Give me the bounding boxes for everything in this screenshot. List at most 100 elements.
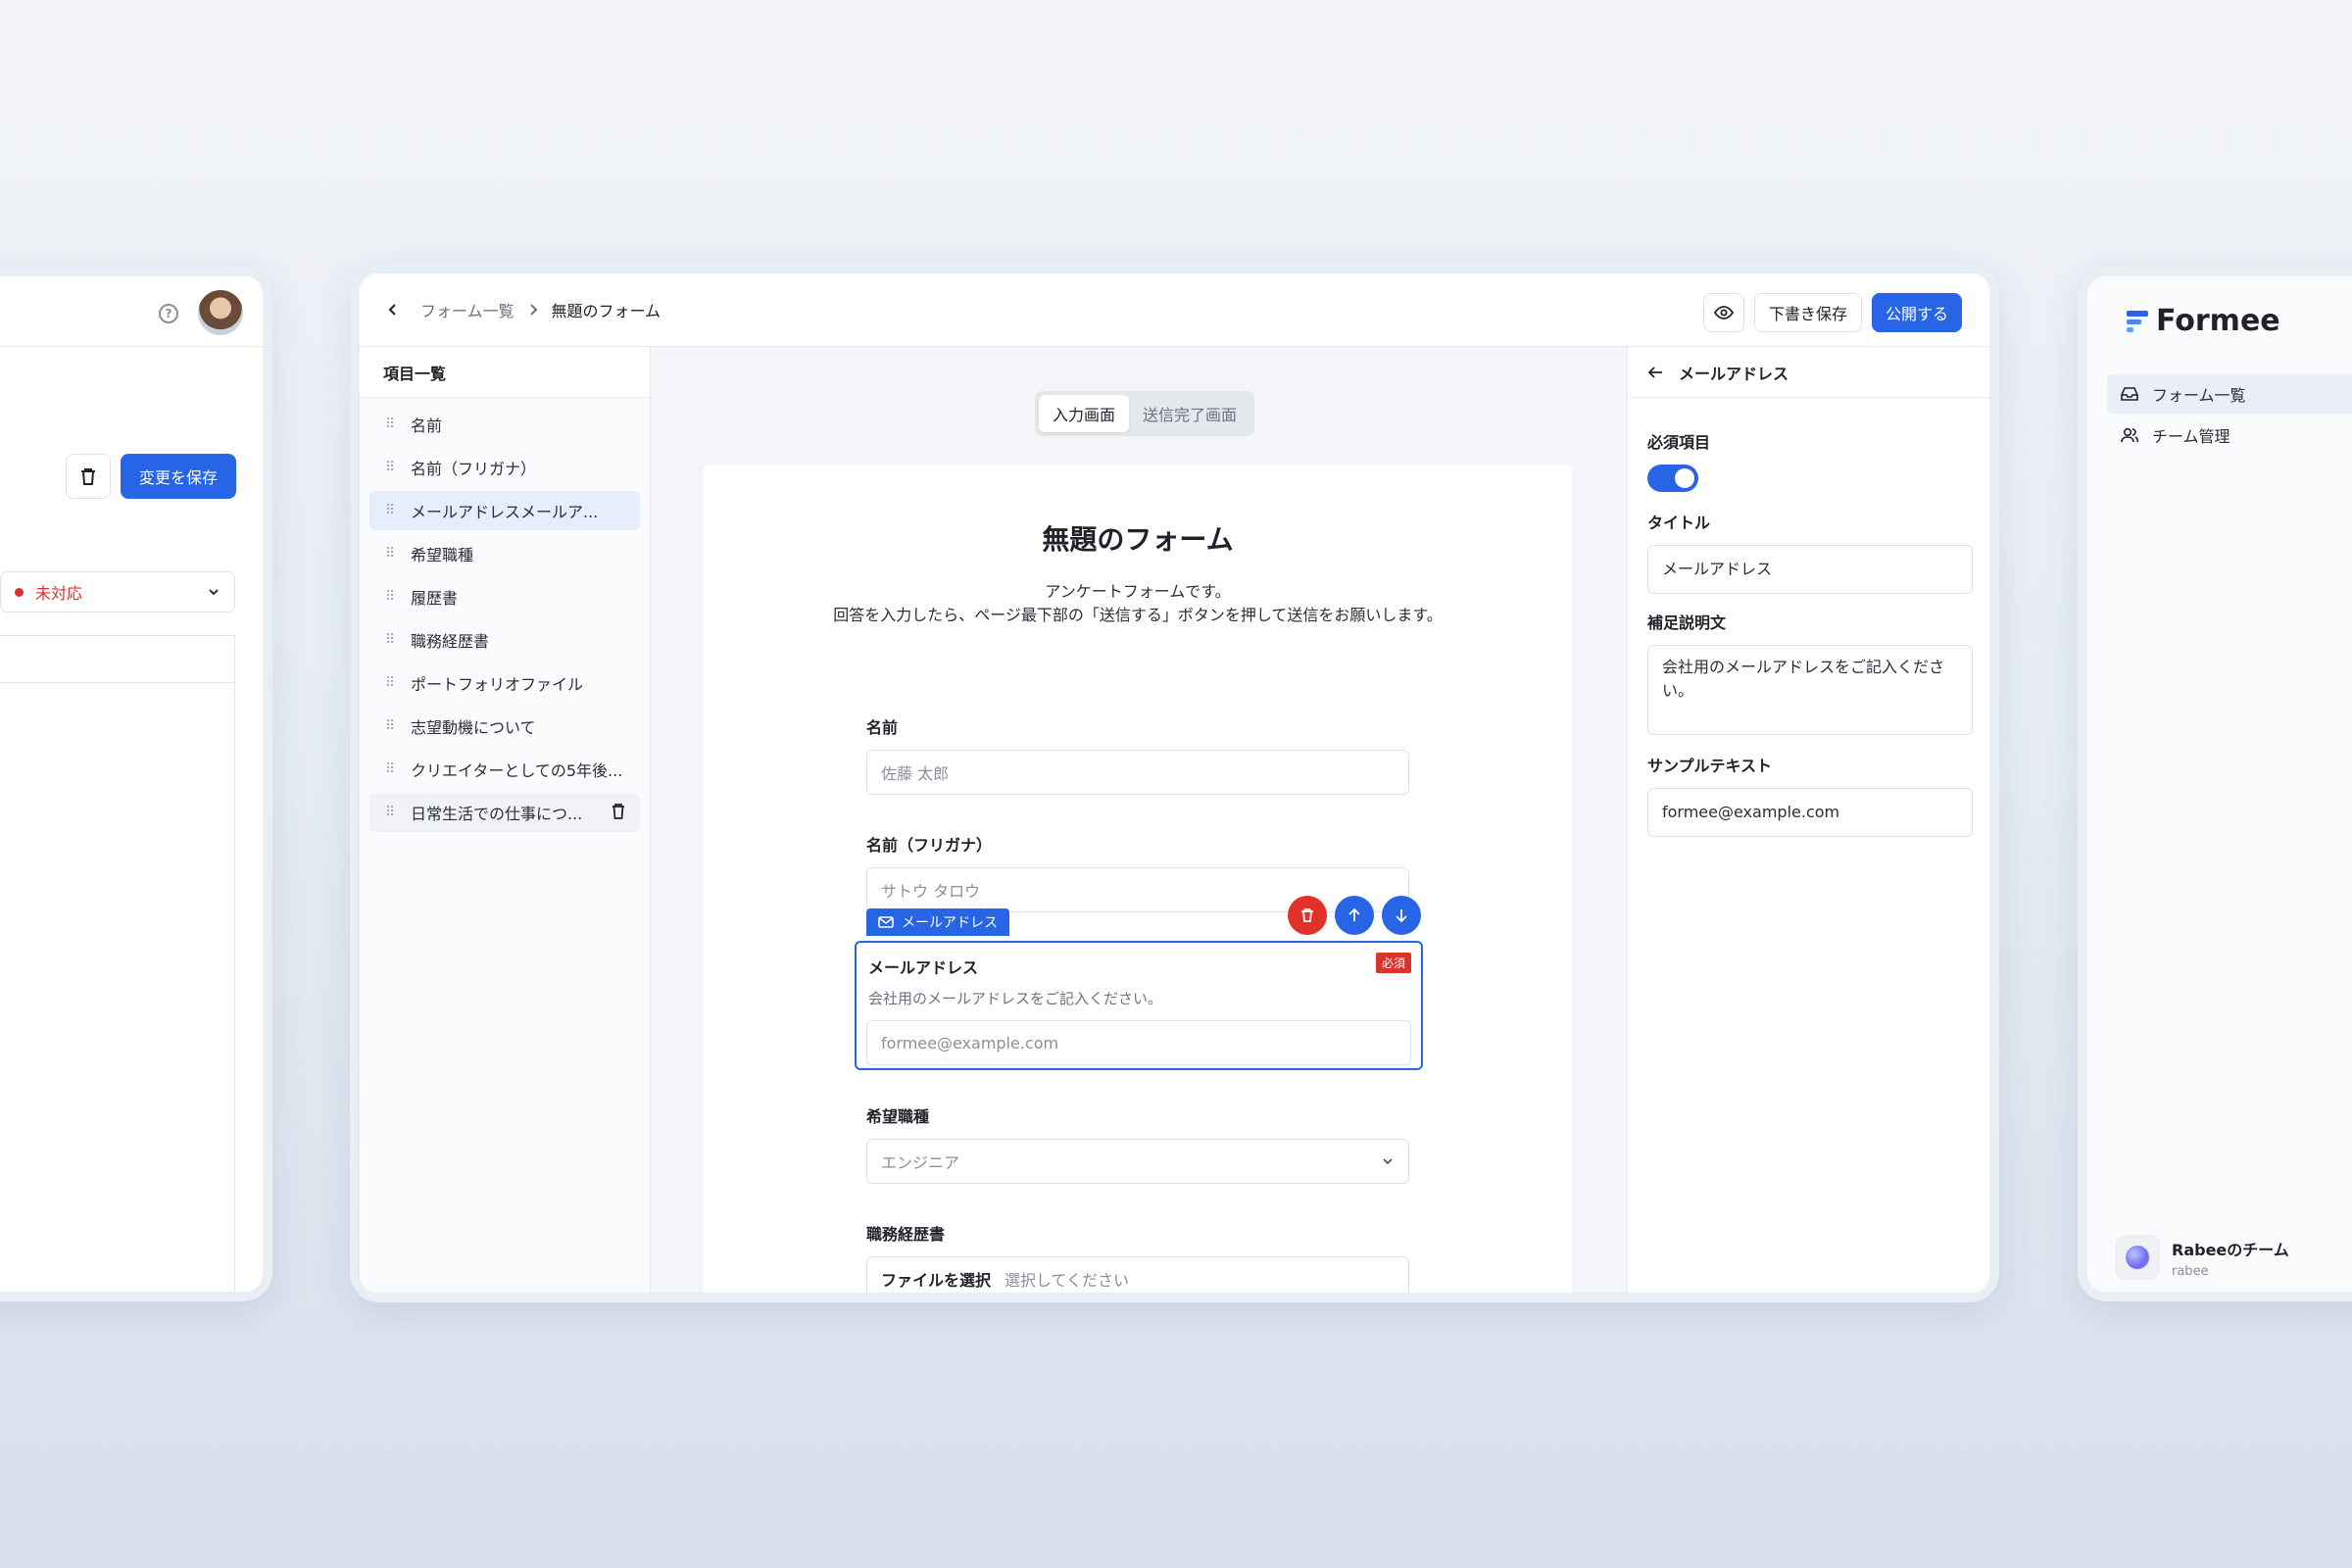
status-select[interactable]: 未対応	[0, 571, 235, 612]
team-slug: rabee	[2172, 1263, 2209, 1279]
breadcrumb: フォーム一覧 無題のフォーム	[387, 298, 661, 321]
form-field-kana[interactable]: 名前（フリガナ） サトウ タロウ	[866, 832, 1409, 912]
list-item-selected[interactable]: ⠿ メールアドレスメールア...	[369, 491, 640, 530]
field-label: 職務経歴書	[866, 1225, 946, 1244]
arrow-left-icon[interactable]	[1647, 366, 1663, 379]
list-item[interactable]: ⠿ 名前（フリガナ）	[369, 448, 640, 487]
tab-complete-screen[interactable]: 送信完了画面	[1129, 395, 1250, 432]
drag-handle-icon[interactable]: ⠿	[385, 632, 411, 648]
list-item-label: 希望職種	[411, 546, 474, 564]
list-item-hovered[interactable]: ⠿ 日常生活での仕事につ...	[369, 793, 640, 832]
list-item-label: 志望動機について	[411, 718, 536, 737]
publish-button[interactable]: 公開する	[1871, 293, 1962, 332]
field-type-label: メールアドレス	[902, 915, 998, 931]
breadcrumb-current: 無題のフォーム	[551, 302, 662, 320]
drag-handle-icon[interactable]: ⠿	[385, 761, 411, 777]
career-file-input[interactable]: ファイルを選択 選択してください	[866, 1256, 1409, 1293]
drag-handle-icon[interactable]: ⠿	[385, 589, 411, 605]
chevron-down-icon	[207, 585, 220, 599]
sidebar-item-label: フォーム一覧	[2152, 386, 2246, 405]
users-icon	[2121, 427, 2138, 443]
item-list-header: 項目一覧	[360, 347, 650, 398]
brand-logo[interactable]: Formee	[2123, 304, 2280, 338]
field-properties-panel: メールアドレス 必須項目 タイトル メールアドレス 補足説明文 会社用のメールア…	[1627, 347, 1989, 1293]
sample-input[interactable]: formee@example.com	[1647, 788, 1973, 837]
delete-button[interactable]	[66, 454, 111, 499]
team-orb-icon	[2126, 1246, 2149, 1269]
move-up-button[interactable]	[1335, 896, 1374, 935]
required-label: 必須項目	[1647, 433, 1711, 452]
drag-handle-icon[interactable]: ⠿	[385, 805, 411, 820]
field-label: 希望職種	[866, 1107, 930, 1126]
tab-input-screen[interactable]: 入力画面	[1039, 395, 1130, 432]
list-item-label: ポートフォリオファイル	[411, 675, 584, 694]
list-item[interactable]: ⠿ クリエイターとしての5年後...	[369, 750, 640, 789]
list-item-label: 職務経歴書	[411, 632, 490, 651]
form-field-name[interactable]: 名前 佐藤 太郎	[866, 714, 1409, 795]
sidebar-preview-window: Formee フォーム一覧 チーム管理 Rabeeのチーム rabee	[2078, 267, 2352, 1301]
left-preview-window: ? 変更を保存 未対応	[0, 267, 272, 1301]
field-label: 名前（フリガナ）	[866, 836, 993, 855]
form-description-line: アンケートフォームです。	[1045, 582, 1231, 601]
list-item-label: クリエイターとしての5年後...	[411, 761, 623, 780]
left-content-panel	[0, 635, 235, 1292]
save-changes-button[interactable]: 変更を保存	[121, 454, 236, 499]
drag-handle-icon[interactable]: ⠿	[385, 460, 411, 475]
chevron-left-icon[interactable]	[387, 302, 399, 318]
chevron-down-icon	[1381, 1154, 1395, 1168]
form-field-career[interactable]: 職務経歴書 ファイルを選択 選択してください	[866, 1221, 1409, 1293]
drag-handle-icon[interactable]: ⠿	[385, 416, 411, 432]
list-item[interactable]: ⠿ 志望動機について	[369, 707, 640, 746]
form-description-line: 回答を入力したら、ページ最下部の「送信する」ボタンを押して送信をお願いします。	[833, 606, 1443, 624]
trash-icon[interactable]	[611, 803, 626, 820]
help-textarea[interactable]: 会社用のメールアドレスをご記入ください。	[1647, 645, 1973, 735]
screen-tabs: 入力画面 送信完了画面	[1035, 391, 1255, 436]
help-icon[interactable]: ?	[159, 304, 178, 323]
field-help-text: 会社用のメールアドレスをご記入ください。	[868, 990, 1163, 1007]
form-title[interactable]: 無題のフォーム	[704, 518, 1572, 558]
list-item[interactable]: ⠿ 希望職種	[369, 534, 640, 573]
panel-row	[0, 636, 234, 683]
trash-icon	[79, 466, 97, 486]
list-item[interactable]: ⠿ 履歴書	[369, 577, 640, 616]
drag-handle-icon[interactable]: ⠿	[385, 675, 411, 691]
choose-file-button[interactable]: ファイルを選択	[881, 1267, 991, 1291]
name-input[interactable]: 佐藤 太郎	[866, 750, 1409, 795]
properties-header: メールアドレス	[1628, 347, 1989, 398]
required-setting: 必須項目	[1647, 429, 1973, 492]
list-item[interactable]: ⠿ ポートフォリオファイル	[369, 663, 640, 703]
team-name: Rabeeのチーム	[2172, 1240, 2289, 1259]
sidebar-nav: フォーム一覧 チーム管理	[2107, 374, 2352, 457]
sidebar-item-forms[interactable]: フォーム一覧	[2107, 374, 2352, 414]
trash-icon	[1300, 907, 1314, 923]
drag-handle-icon[interactable]: ⠿	[385, 503, 411, 518]
sidebar-item-team[interactable]: チーム管理	[2107, 416, 2352, 455]
email-input[interactable]: formee@example.com	[866, 1020, 1411, 1065]
list-item[interactable]: ⠿ 名前	[369, 405, 640, 444]
field-label: メールアドレス	[868, 958, 979, 977]
delete-field-button[interactable]	[1288, 896, 1327, 935]
editor-topbar: フォーム一覧 無題のフォーム 下書き保存 公開する	[360, 273, 1989, 347]
required-toggle[interactable]	[1647, 465, 1698, 492]
team-avatar	[2115, 1235, 2160, 1280]
move-down-button[interactable]	[1382, 896, 1421, 935]
kana-input[interactable]: サトウ タロウ	[866, 867, 1409, 912]
breadcrumb-forms-link[interactable]: フォーム一覧	[420, 298, 514, 321]
item-list-panel: 項目一覧 ⠿ 名前 ⠿ 名前（フリガナ） ⠿ メールアドレスメールア... ⠿ 希望職種…	[360, 347, 651, 1293]
status-select-value: 未対応	[35, 584, 83, 603]
avatar[interactable]	[198, 290, 243, 335]
form-description[interactable]: アンケートフォームです。 回答を入力したら、ページ最下部の「送信する」ボタンを押…	[704, 580, 1572, 627]
status-dot	[15, 587, 24, 597]
title-input[interactable]: メールアドレス	[1647, 545, 1973, 594]
list-item[interactable]: ⠿ 職務経歴書	[369, 620, 640, 660]
arrow-down-icon	[1395, 907, 1408, 923]
arrow-up-icon	[1348, 907, 1361, 923]
preview-button[interactable]	[1702, 293, 1744, 332]
drag-handle-icon[interactable]: ⠿	[385, 546, 411, 562]
form-field-job[interactable]: 希望職種 エンジニア	[866, 1103, 1409, 1184]
job-select[interactable]: エンジニア	[866, 1139, 1409, 1184]
save-draft-button[interactable]: 下書き保存	[1753, 293, 1862, 332]
selected-field-email[interactable]: 必須 メールアドレス 会社用のメールアドレスをご記入ください。 formee@e…	[855, 941, 1423, 1070]
team-switcher[interactable]: Rabeeのチーム rabee ⇕	[2115, 1235, 2352, 1280]
drag-handle-icon[interactable]: ⠿	[385, 718, 411, 734]
